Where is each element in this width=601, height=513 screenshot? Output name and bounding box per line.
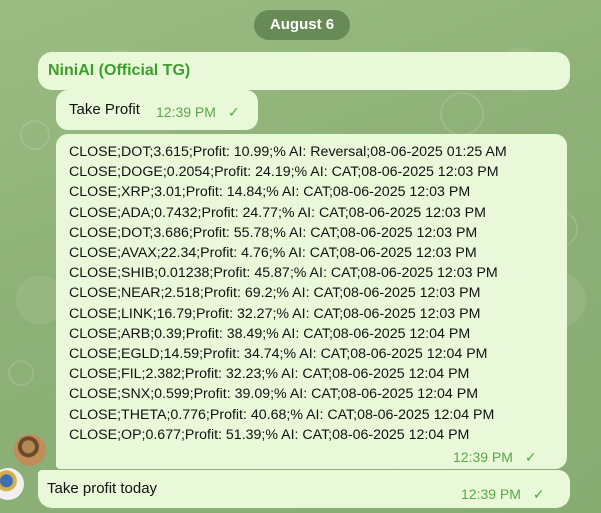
message-text: Take Profit: [69, 101, 140, 118]
background-doodle: [8, 360, 34, 386]
sender-name[interactable]: NiniAI (Official TG): [48, 62, 190, 80]
trade-line: CLOSE;DOGE;0.2054;Profit: 24.19;% AI: CA…: [69, 164, 499, 181]
single-check-icon: ✓: [532, 486, 545, 502]
message-time: 12:39 PM: [156, 104, 216, 120]
trade-line: CLOSE;DOT;3.686;Profit: 55.78;% AI: CAT;…: [69, 224, 478, 241]
trade-line: CLOSE;DOT;3.615;Profit: 10.99;% AI: Reve…: [69, 144, 507, 160]
trade-line: CLOSE;EGLD;14.59;Profit: 34.74;% AI: CAT…: [69, 346, 488, 363]
trade-line: CLOSE;XRP;3.01;Profit: 14.84;% AI: CAT;0…: [69, 184, 471, 201]
message-group: NiniAI (Official TG) Take Profit 12:39 P…: [38, 52, 570, 508]
single-check-icon: ✓: [227, 104, 240, 120]
trade-line: CLOSE;ADA;0.7432;Profit: 24.77;% AI: CAT…: [69, 204, 486, 221]
single-check-icon: ✓: [524, 449, 537, 465]
message-meta: 12:39 PM ✓: [453, 449, 537, 466]
message-time: 12:39 PM: [461, 486, 521, 502]
trade-line: CLOSE;THETA;0.776;Profit: 40.68;% AI: CA…: [69, 406, 495, 423]
sender-header: NiniAI (Official TG): [38, 52, 570, 90]
message-time: 12:39 PM: [453, 449, 513, 465]
profile-avatar-icon[interactable]: [14, 434, 46, 466]
trade-line: CLOSE;OP;0.677;Profit: 51.39;% AI: CAT;0…: [69, 426, 470, 443]
message-lines: CLOSE;DOT;3.615;Profit: 10.99;% AI: Reve…: [69, 142, 559, 445]
message-bubble[interactable]: Take Profit 12:39 PM ✓: [56, 90, 258, 130]
trade-line: CLOSE;FIL;2.382;Profit: 32.23;% AI: CAT;…: [69, 366, 470, 383]
message-meta: 12:39 PM ✓: [461, 486, 545, 503]
message-bubble[interactable]: CLOSE;DOT;3.615;Profit: 10.99;% AI: Reve…: [56, 134, 567, 469]
date-separator: August 6: [254, 10, 350, 40]
message-meta: 12:39 PM ✓: [156, 104, 240, 121]
trade-line: CLOSE;NEAR;2.518;Profit: 69.2;% AI: CAT;…: [69, 285, 481, 302]
trade-line: CLOSE;AVAX;22.34;Profit: 4.76;% AI: CAT;…: [69, 245, 477, 262]
trade-line: CLOSE;SNX;0.599;Profit: 39.09;% AI: CAT;…: [69, 386, 479, 403]
message-text: Take profit today: [47, 480, 158, 497]
trade-line: CLOSE;SHIB;0.01238;Profit: 45.87;% AI: C…: [69, 265, 498, 282]
trade-line: CLOSE;LINK;16.79;Profit: 32.27;% AI: CAT…: [69, 305, 481, 322]
message-bubble[interactable]: Take profit today 12:39 PM ✓: [38, 470, 570, 508]
trade-line: CLOSE;ARB;0.39;Profit: 38.49;% AI: CAT;0…: [69, 325, 471, 342]
